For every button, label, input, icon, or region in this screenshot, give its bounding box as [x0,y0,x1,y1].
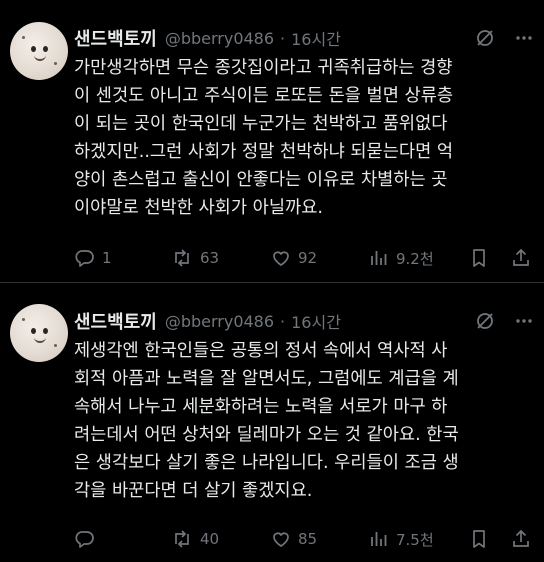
views-icon [368,247,390,269]
action-bar: 40 85 7.5천 [74,525,532,553]
post-text: 가만생각하면 무슨 종갓집이라고 귀족취급하는 경향 이 센것도 아니고 주식이… [74,58,454,218]
avatar-eye [43,46,48,52]
author-name[interactable]: 샌드백토끼 [74,25,157,51]
post[interactable]: 샌드백토끼 @bberry0486 · 16시간 가만생각하면 무슨 종갓집이라… [0,0,544,283]
more-icon[interactable] [514,28,534,48]
header-actions [474,24,534,52]
separator: · [280,311,286,331]
avatar-mouth [34,337,46,343]
bookmark-icon [468,247,490,269]
author-name[interactable]: 샌드백토끼 [74,308,157,334]
repost-button[interactable]: 40 [170,525,219,553]
share-button[interactable] [510,525,532,553]
repost-icon [170,247,194,269]
views-button[interactable]: 7.5천 [368,525,434,553]
avatar-speck [22,318,25,321]
post-header: 샌드백토끼 @bberry0486 · 16시간 [74,307,534,335]
grok-icon[interactable] [474,310,496,332]
post-header: 샌드백토끼 @bberry0486 · 16시간 [74,24,534,52]
share-icon [510,247,532,269]
repost-count: 40 [200,530,220,548]
reply-button[interactable] [74,525,102,553]
like-count: 85 [298,530,318,548]
post[interactable]: 샌드백토끼 @bberry0486 · 16시간 제생각엔 한국인들은 공통의 … [0,283,544,562]
share-icon [510,528,532,550]
views-button[interactable]: 9.2천 [368,244,434,272]
reply-count: 1 [102,249,112,267]
header-actions [474,307,534,335]
reply-button[interactable]: 1 [74,244,112,272]
avatar-speck [22,36,25,39]
repost-count: 63 [200,249,220,267]
avatar-eye [43,328,48,334]
author-handle[interactable]: @bberry0486 [165,29,274,48]
avatar[interactable] [10,304,68,362]
like-button[interactable]: 85 [270,525,317,553]
more-icon[interactable] [514,311,534,331]
author-handle[interactable]: @bberry0486 [165,312,274,331]
avatar-eye [31,328,36,334]
bookmark-button[interactable] [468,525,490,553]
reply-icon [74,247,96,269]
share-button[interactable] [510,244,532,272]
post-time[interactable]: 16시간 [291,26,341,50]
like-icon [270,528,292,550]
separator: · [280,28,286,48]
like-button[interactable]: 92 [270,244,317,272]
views-count: 7.5천 [396,530,434,549]
grok-icon[interactable] [474,27,496,49]
post-text: 제생각엔 한국인들은 공통의 정서 속에서 역사적 사 회적 아픔과 노력을 잘… [74,341,459,501]
avatar-mouth [34,55,46,61]
bookmark-button[interactable] [468,244,490,272]
avatar-speck [54,344,57,347]
reply-icon [74,528,96,550]
views-count: 9.2천 [396,249,434,268]
post-time[interactable]: 16시간 [291,309,341,333]
like-icon [270,247,292,269]
avatar-speck [54,62,57,65]
action-bar: 1 63 92 9.2천 [74,244,532,272]
like-count: 92 [298,249,318,267]
avatar-eye [31,46,36,52]
bookmark-icon [468,528,490,550]
avatar[interactable] [10,22,68,80]
views-icon [368,528,390,550]
repost-button[interactable]: 63 [170,244,219,272]
repost-icon [170,528,194,550]
